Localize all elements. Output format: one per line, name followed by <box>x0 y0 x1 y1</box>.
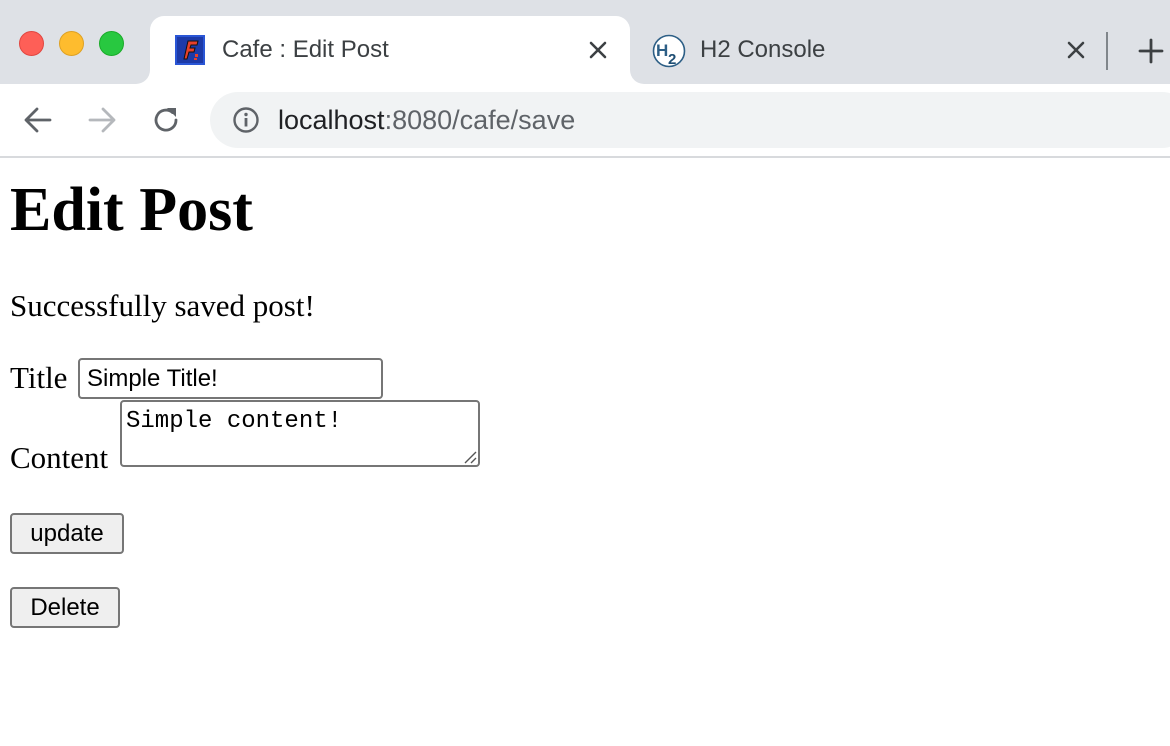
window-minimize-button[interactable] <box>59 31 84 56</box>
close-icon[interactable] <box>1064 38 1088 62</box>
page-content: Edit Post Successfully saved post! Title… <box>0 158 1170 746</box>
reload-icon[interactable] <box>150 104 182 136</box>
h2-favicon-icon: H 2 <box>652 34 686 68</box>
page-title: Edit Post <box>10 176 253 244</box>
close-icon[interactable] <box>586 38 610 62</box>
svg-text:H: H <box>656 41 668 60</box>
address-bar[interactable]: localhost:8080/cafe/save <box>210 92 1170 148</box>
title-label: Title <box>10 360 68 395</box>
back-arrow-icon[interactable] <box>22 104 54 136</box>
tab-title: Cafe : Edit Post <box>222 36 389 63</box>
title-input[interactable] <box>78 358 383 399</box>
url-path: :8080/cafe/save <box>384 105 576 135</box>
tab-cafe-edit-post[interactable]: Cafe : Edit Post <box>150 16 630 84</box>
tab-divider <box>1106 32 1108 70</box>
info-icon[interactable] <box>232 106 260 134</box>
tab-h2-console[interactable]: H 2 H2 Console <box>630 16 1108 84</box>
url-host: localhost <box>278 105 385 135</box>
window-close-button[interactable] <box>19 31 44 56</box>
svg-text:2: 2 <box>668 51 676 68</box>
browser-toolbar: localhost:8080/cafe/save <box>0 84 1170 158</box>
content-textarea[interactable]: Simple content! <box>120 400 480 467</box>
status-message: Successfully saved post! <box>10 288 315 323</box>
tab-strip: Cafe : Edit Post H 2 H2 Console <box>0 0 1170 84</box>
cafe-favicon-icon <box>175 35 205 65</box>
tab-title: H2 Console <box>700 36 826 63</box>
url-text: localhost:8080/cafe/save <box>278 105 575 136</box>
update-button[interactable]: update <box>10 513 124 554</box>
window-zoom-button[interactable] <box>99 31 124 56</box>
content-label: Content <box>10 440 109 475</box>
forward-arrow-icon[interactable] <box>86 104 118 136</box>
new-tab-plus-icon[interactable] <box>1138 38 1164 64</box>
delete-button[interactable]: Delete <box>10 587 120 628</box>
